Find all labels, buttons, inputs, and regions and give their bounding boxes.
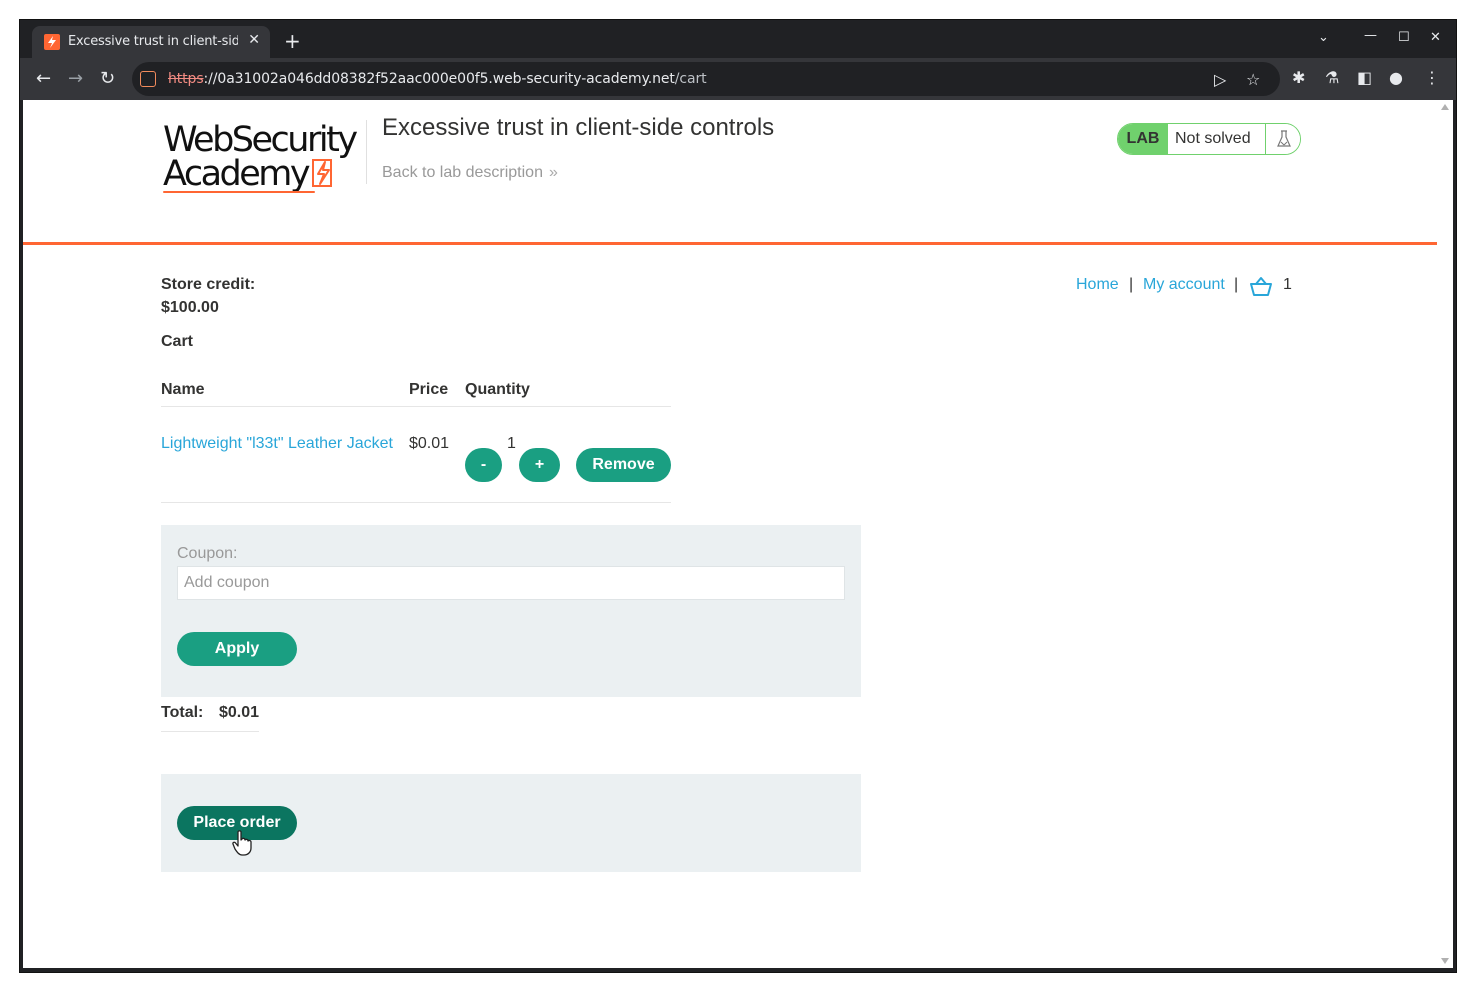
chevron-down-icon[interactable]: ⌄ bbox=[1318, 30, 1329, 45]
place-order-panel: Place order bbox=[161, 774, 861, 872]
reload-icon[interactable]: ↻ bbox=[100, 68, 115, 89]
store-credit-label: Store credit: bbox=[161, 276, 256, 293]
coupon-input[interactable] bbox=[177, 566, 845, 600]
product-link[interactable]: Lightweight "l33t" Leather Jacket bbox=[161, 435, 393, 453]
forward-icon[interactable]: → bbox=[68, 68, 83, 89]
tab-close-icon[interactable]: ✕ bbox=[248, 32, 260, 48]
tab-strip: Excessive trust in client-side ✕ + ⌄ — ☐… bbox=[20, 20, 1456, 58]
browser-tab[interactable]: Excessive trust in client-side ✕ bbox=[32, 26, 270, 58]
logo-line-2: Academy bbox=[163, 154, 311, 194]
scroll-down-arrow-icon[interactable] bbox=[1441, 958, 1449, 964]
coupon-panel: Coupon: Apply bbox=[161, 525, 861, 697]
browser-window: Excessive trust in client-side ✕ + ⌄ — ☐… bbox=[20, 20, 1456, 972]
menu-icon[interactable]: ⋮ bbox=[1424, 68, 1440, 87]
decrease-quantity-button[interactable]: - bbox=[465, 448, 502, 482]
close-icon[interactable]: ✕ bbox=[1430, 30, 1441, 45]
total-divider bbox=[161, 731, 259, 732]
maximize-icon[interactable]: ☐ bbox=[1398, 30, 1410, 45]
url-text[interactable]: https://0a31002a046dd08382f52aac000e00f5… bbox=[168, 71, 707, 87]
academy-logo[interactable]: WebSecurity Academy bbox=[161, 118, 361, 194]
header-orange-rule bbox=[23, 242, 1437, 245]
total-value: $0.01 bbox=[219, 704, 260, 721]
browser-toolbar: ← → ↻ https://0a31002a046dd08382f52aac00… bbox=[20, 58, 1456, 100]
increase-quantity-button[interactable]: + bbox=[519, 448, 560, 482]
site-info-icon[interactable] bbox=[140, 71, 156, 87]
back-link-label: Back to lab description bbox=[382, 164, 543, 181]
quantity-value: 1 bbox=[507, 435, 516, 452]
lab-status-text: Not solved bbox=[1175, 130, 1251, 147]
sidepanel-icon[interactable]: ◧ bbox=[1357, 68, 1372, 87]
nav-separator: | bbox=[1234, 276, 1239, 293]
header-divider bbox=[366, 120, 367, 184]
remove-button[interactable]: Remove bbox=[576, 448, 671, 482]
table-row-divider bbox=[161, 502, 671, 503]
address-bar[interactable]: https://0a31002a046dd08382f52aac000e00f5… bbox=[132, 62, 1280, 96]
vertical-scrollbar[interactable] bbox=[1437, 100, 1453, 968]
lab-status-badge: LAB Not solved bbox=[1117, 123, 1301, 155]
flask-icon bbox=[1265, 124, 1300, 154]
coupon-label: Coupon: bbox=[177, 545, 238, 562]
column-header-price: Price bbox=[409, 381, 449, 398]
back-icon[interactable]: ← bbox=[36, 68, 51, 89]
url-scheme: https bbox=[168, 71, 204, 87]
column-header-name: Name bbox=[161, 381, 205, 398]
total-label: Total: bbox=[161, 704, 204, 721]
tab-title: Excessive trust in client-side bbox=[68, 34, 238, 49]
hand-cursor-icon bbox=[232, 830, 252, 856]
send-icon[interactable]: ▷ bbox=[1214, 70, 1226, 89]
cart-heading: Cart bbox=[161, 333, 194, 350]
double-chevron-icon: » bbox=[548, 164, 558, 181]
extensions-icon[interactable]: ✱ bbox=[1292, 68, 1305, 87]
minimize-icon[interactable]: — bbox=[1364, 28, 1377, 43]
url-path: /cart bbox=[674, 71, 707, 87]
portswigger-favicon-icon bbox=[44, 34, 60, 50]
my-account-link[interactable]: My account bbox=[1143, 276, 1225, 294]
cart-count: 1 bbox=[1283, 276, 1292, 293]
column-header-quantity: Quantity bbox=[465, 381, 530, 398]
scroll-up-arrow-icon[interactable] bbox=[1441, 104, 1449, 110]
store-credit-value: $100.00 bbox=[161, 299, 219, 316]
labs-icon[interactable]: ⚗ bbox=[1325, 68, 1339, 87]
profile-icon[interactable]: ● bbox=[1389, 68, 1403, 87]
home-link[interactable]: Home bbox=[1076, 276, 1119, 294]
cart-basket-icon[interactable] bbox=[1249, 276, 1273, 298]
apply-coupon-button[interactable]: Apply bbox=[177, 632, 297, 666]
logo-bolt-icon bbox=[312, 159, 332, 187]
nav-separator: | bbox=[1129, 276, 1134, 293]
back-to-lab-link[interactable]: Back to lab description » bbox=[382, 164, 558, 182]
lab-badge-label: LAB bbox=[1118, 124, 1168, 154]
logo-underline bbox=[163, 191, 315, 193]
product-price: $0.01 bbox=[409, 435, 450, 452]
url-host: ://0a31002a046dd08382f52aac000e00f5.web-… bbox=[203, 71, 675, 87]
page-viewport: WebSecurity Academy Excessive trust in c… bbox=[23, 100, 1453, 968]
new-tab-button[interactable]: + bbox=[284, 29, 301, 53]
table-header-divider bbox=[161, 406, 671, 407]
star-icon[interactable]: ☆ bbox=[1246, 70, 1260, 89]
lab-title: Excessive trust in client-side controls bbox=[382, 114, 775, 141]
